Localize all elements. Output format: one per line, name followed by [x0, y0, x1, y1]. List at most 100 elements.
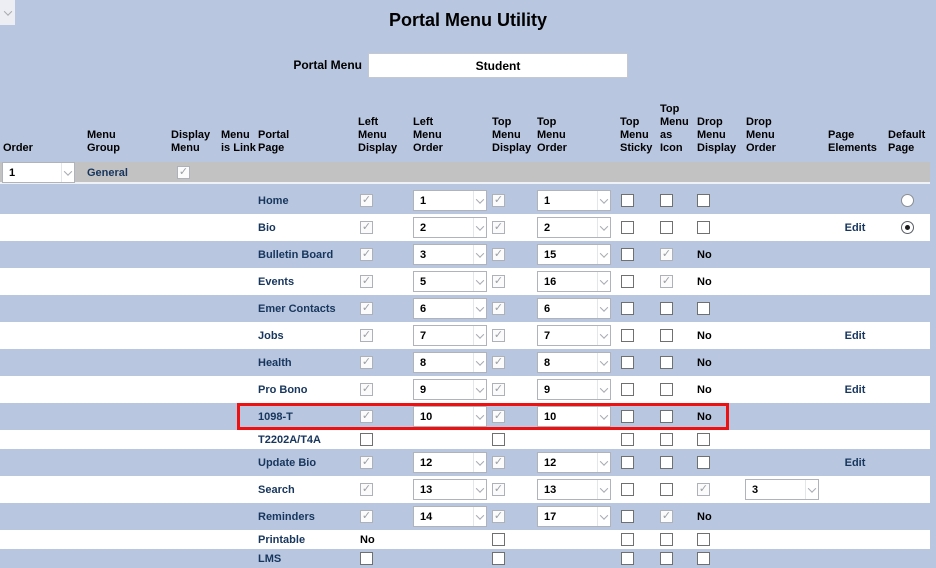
order-select[interactable]: 3: [413, 244, 487, 265]
checkbox-unchecked[interactable]: [621, 356, 634, 369]
checkbox-unchecked[interactable]: [660, 356, 673, 369]
checkbox-unchecked[interactable]: [660, 433, 673, 446]
checkbox-unchecked[interactable]: [621, 275, 634, 288]
order-select[interactable]: 9: [413, 379, 487, 400]
checkbox-unchecked[interactable]: [621, 533, 634, 546]
order-select[interactable]: 16: [537, 271, 611, 292]
checkbox-unchecked[interactable]: [660, 221, 673, 234]
checkbox-unchecked[interactable]: [621, 302, 634, 315]
edit-link[interactable]: Edit: [845, 222, 866, 234]
checkbox-unchecked[interactable]: [492, 533, 505, 546]
order-select[interactable]: 7: [413, 325, 487, 346]
checkbox-checked[interactable]: ✓: [492, 275, 505, 288]
order-select[interactable]: 15: [537, 244, 611, 265]
order-select[interactable]: 8: [537, 352, 611, 373]
checkbox-checked[interactable]: ✓: [360, 329, 373, 342]
checkbox-unchecked[interactable]: [621, 329, 634, 342]
order-select[interactable]: 12: [537, 452, 611, 473]
checkbox-unchecked[interactable]: [360, 433, 373, 446]
order-select[interactable]: 6: [537, 298, 611, 319]
checkbox-checked[interactable]: ✓: [177, 166, 190, 179]
order-select[interactable]: 8: [413, 352, 487, 373]
checkbox-unchecked[interactable]: [697, 194, 710, 207]
order-select[interactable]: 3: [745, 479, 819, 500]
checkbox-checked[interactable]: ✓: [492, 248, 505, 261]
order-select[interactable]: 13: [537, 479, 611, 500]
checkbox-unchecked[interactable]: [697, 456, 710, 469]
portal-page-link[interactable]: Events: [258, 276, 294, 288]
checkbox-checked[interactable]: ✓: [492, 329, 505, 342]
checkbox-unchecked[interactable]: [660, 194, 673, 207]
order-select[interactable]: 12: [413, 452, 487, 473]
checkbox-checked[interactable]: ✓: [360, 456, 373, 469]
checkbox-unchecked[interactable]: [621, 433, 634, 446]
checkbox-checked[interactable]: ✓: [492, 456, 505, 469]
checkbox-unchecked[interactable]: [697, 552, 710, 565]
checkbox-checked[interactable]: ✓: [492, 194, 505, 207]
checkbox-checked[interactable]: ✓: [360, 510, 373, 523]
order-select[interactable]: 17: [537, 506, 611, 527]
checkbox-checked[interactable]: ✓: [492, 483, 505, 496]
portal-page-link[interactable]: Update Bio: [258, 457, 316, 469]
checkbox-unchecked[interactable]: [660, 329, 673, 342]
checkbox-unchecked[interactable]: [621, 552, 634, 565]
checkbox-checked[interactable]: ✓: [360, 194, 373, 207]
checkbox-unchecked[interactable]: [660, 483, 673, 496]
portal-page-link[interactable]: T2202A/T4A: [258, 434, 321, 446]
checkbox-checked[interactable]: ✓: [360, 248, 373, 261]
checkbox-checked[interactable]: ✓: [492, 302, 505, 315]
checkbox-unchecked[interactable]: [621, 456, 634, 469]
portal-page-link[interactable]: Bulletin Board: [258, 249, 333, 261]
portal-page-link[interactable]: Reminders: [258, 511, 315, 523]
default-page-radio[interactable]: [901, 221, 914, 234]
order-select[interactable]: 1: [413, 190, 487, 211]
portal-page-link[interactable]: Emer Contacts: [258, 303, 336, 315]
order-select[interactable]: 9: [537, 379, 611, 400]
edit-link[interactable]: Edit: [845, 330, 866, 342]
checkbox-checked[interactable]: ✓: [660, 275, 673, 288]
portal-page-link[interactable]: Search: [258, 484, 295, 496]
checkbox-checked[interactable]: ✓: [492, 356, 505, 369]
portal-page-link[interactable]: Pro Bono: [258, 384, 308, 396]
checkbox-checked[interactable]: ✓: [697, 483, 710, 496]
checkbox-checked[interactable]: ✓: [360, 356, 373, 369]
checkbox-unchecked[interactable]: [697, 221, 710, 234]
checkbox-unchecked[interactable]: [660, 552, 673, 565]
checkbox-unchecked[interactable]: [621, 410, 634, 423]
checkbox-checked[interactable]: ✓: [360, 302, 373, 315]
checkbox-unchecked[interactable]: [697, 433, 710, 446]
checkbox-checked[interactable]: ✓: [360, 275, 373, 288]
checkbox-checked[interactable]: ✓: [492, 383, 505, 396]
portal-page-link[interactable]: Health: [258, 357, 292, 369]
checkbox-unchecked[interactable]: [621, 194, 634, 207]
default-page-radio[interactable]: [901, 194, 914, 207]
checkbox-unchecked[interactable]: [660, 383, 673, 396]
checkbox-unchecked[interactable]: [660, 533, 673, 546]
checkbox-checked[interactable]: ✓: [360, 483, 373, 496]
portal-menu-select[interactable]: Student: [368, 53, 628, 78]
checkbox-checked[interactable]: ✓: [492, 510, 505, 523]
portal-page-link[interactable]: 1098-T: [258, 411, 293, 423]
checkbox-checked[interactable]: ✓: [492, 221, 505, 234]
checkbox-unchecked[interactable]: [697, 533, 710, 546]
portal-page-link[interactable]: Printable: [258, 534, 305, 546]
checkbox-checked[interactable]: ✓: [492, 410, 505, 423]
order-select[interactable]: 13: [413, 479, 487, 500]
order-select[interactable]: 10: [413, 406, 487, 427]
order-select[interactable]: 7: [537, 325, 611, 346]
order-select[interactable]: 6: [413, 298, 487, 319]
checkbox-unchecked[interactable]: [360, 552, 373, 565]
checkbox-unchecked[interactable]: [492, 552, 505, 565]
portal-page-link[interactable]: Bio: [258, 222, 276, 234]
checkbox-unchecked[interactable]: [660, 302, 673, 315]
checkbox-checked[interactable]: ✓: [360, 410, 373, 423]
portal-page-link[interactable]: Jobs: [258, 330, 284, 342]
checkbox-unchecked[interactable]: [697, 302, 710, 315]
checkbox-unchecked[interactable]: [621, 248, 634, 261]
group-order-select[interactable]: 1: [2, 162, 75, 183]
portal-page-link[interactable]: Home: [258, 195, 289, 207]
order-select[interactable]: 1: [537, 190, 611, 211]
checkbox-unchecked[interactable]: [621, 383, 634, 396]
order-select[interactable]: 5: [413, 271, 487, 292]
checkbox-unchecked[interactable]: [621, 483, 634, 496]
